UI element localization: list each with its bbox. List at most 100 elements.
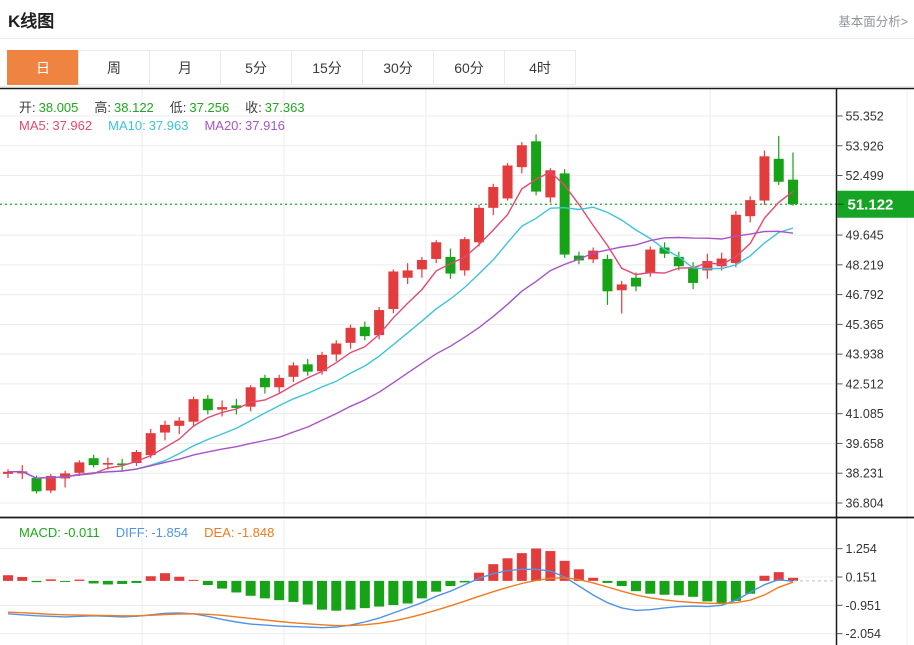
main-axis-label: 45.365: [846, 318, 884, 332]
macd-bar: [217, 581, 227, 589]
main-axis-label: 49.645: [846, 229, 884, 243]
candlestick: [745, 196, 755, 222]
main-axis-label: 41.085: [846, 407, 884, 421]
macd-bar: [3, 575, 13, 581]
macd-bar: [374, 581, 384, 607]
macd-bar: [531, 548, 541, 580]
macd-bar: [203, 581, 213, 585]
macd-item-2: DEA:-1.848: [204, 525, 274, 540]
macd-bar: [545, 551, 555, 581]
macd-bar: [174, 577, 184, 581]
candlestick: [503, 163, 513, 201]
macd-bar: [388, 581, 398, 605]
macd-bar: [89, 581, 99, 584]
ma5-line: [8, 172, 793, 478]
macd-bar: [231, 581, 241, 593]
macd-bar: [445, 581, 455, 586]
macd-bar: [74, 580, 84, 581]
candlestick: [788, 153, 798, 206]
main-axis-label: 53.926: [846, 139, 884, 153]
main-axis-label: 48.219: [846, 258, 884, 272]
candlestick: [417, 257, 427, 278]
macd-bar: [631, 581, 641, 591]
macd-bar: [517, 553, 527, 581]
macd-bar: [460, 581, 470, 583]
candles-layer: [3, 134, 798, 493]
macd-bar: [660, 581, 670, 595]
ma-legend: MA5:37.962 MA10:37.963 MA20:37.916: [19, 118, 301, 133]
ohlc-item-2: 低:37.256: [170, 97, 229, 116]
macd-bar: [417, 581, 427, 598]
svg-text:51.122: 51.122: [848, 196, 894, 213]
main-axis-label: 43.938: [846, 348, 884, 362]
macd-bar: [103, 581, 113, 585]
macd-item-0: MACD:-0.011: [19, 525, 100, 540]
macd-bar: [60, 581, 70, 582]
macd-axis-label: 0.151: [846, 571, 877, 585]
macd-bar: [346, 581, 356, 610]
main-axis-label: 38.231: [846, 467, 884, 481]
candlestick: [131, 450, 141, 466]
macd-bar: [702, 581, 712, 602]
main-axis-label: 46.792: [846, 288, 884, 302]
candlestick: [531, 134, 541, 195]
candlestick: [246, 385, 256, 411]
macd-bar: [146, 576, 156, 581]
macd-bar: [17, 577, 27, 581]
macd-bar: [274, 581, 284, 600]
candlestick: [403, 263, 413, 284]
macd-bar: [32, 581, 42, 582]
macd-bar: [160, 573, 170, 581]
macd-bar: [674, 581, 684, 595]
macd-bar: [759, 576, 769, 581]
candlestick: [3, 469, 13, 478]
candlestick: [274, 375, 284, 393]
macd-bar: [189, 580, 199, 581]
macd-bar: [331, 581, 341, 611]
macd-bar: [617, 581, 627, 586]
main-axis-label: 52.499: [846, 169, 884, 183]
candlestick: [660, 242, 670, 258]
macd-bar: [431, 581, 441, 592]
macd-axis-label: -0.951: [846, 599, 881, 613]
macd-bar: [303, 581, 313, 605]
macd-bar: [403, 581, 413, 604]
macd-bar: [360, 581, 370, 608]
ma10-line: [8, 207, 793, 478]
macd-axis-label: -2.054: [846, 627, 881, 641]
macd-legend: MACD:-0.011DIFF:-1.854DEA:-1.848: [19, 525, 290, 540]
candlestick: [631, 273, 641, 292]
candlestick: [346, 325, 356, 349]
macd-bar: [260, 581, 270, 598]
candlestick: [189, 397, 199, 427]
candlestick: [203, 395, 213, 414]
main-axis-label: 39.658: [846, 437, 884, 451]
candlestick: [517, 142, 527, 173]
candlestick: [288, 362, 298, 382]
ohlc-item-3: 收:37.363: [245, 97, 304, 116]
main-axis-label: 42.512: [846, 377, 884, 391]
kline-widget: K线图 基本面分析> 日周月5分15分30分60分4时 55.35253.926…: [0, 0, 914, 645]
ohlc-item-1: 高:38.122: [94, 97, 153, 116]
macd-bar: [688, 581, 698, 597]
candlestick: [174, 417, 184, 434]
candlestick: [331, 340, 341, 361]
macd-bar: [588, 578, 598, 581]
candlestick: [759, 150, 769, 204]
candlestick: [617, 281, 627, 314]
ohlc-item-0: 开:38.005: [19, 97, 78, 116]
ma-item-0: MA5:37.962: [19, 118, 92, 133]
macd-bar: [117, 581, 127, 584]
candlestick: [602, 255, 612, 305]
macd-bar: [131, 581, 141, 583]
ohlc-legend: 开:38.005 高:38.122 低:37.256 收:37.363: [19, 97, 321, 116]
macd-bar: [602, 581, 612, 583]
candlestick: [231, 399, 241, 415]
candlestick: [431, 240, 441, 263]
macd-bar: [503, 558, 513, 581]
main-axis-label: 36.804: [846, 496, 884, 510]
ma-item-2: MA20:37.916: [204, 118, 284, 133]
candlestick: [89, 455, 99, 468]
macd-bar: [717, 581, 727, 604]
ma-item-1: MA10:37.963: [108, 118, 188, 133]
